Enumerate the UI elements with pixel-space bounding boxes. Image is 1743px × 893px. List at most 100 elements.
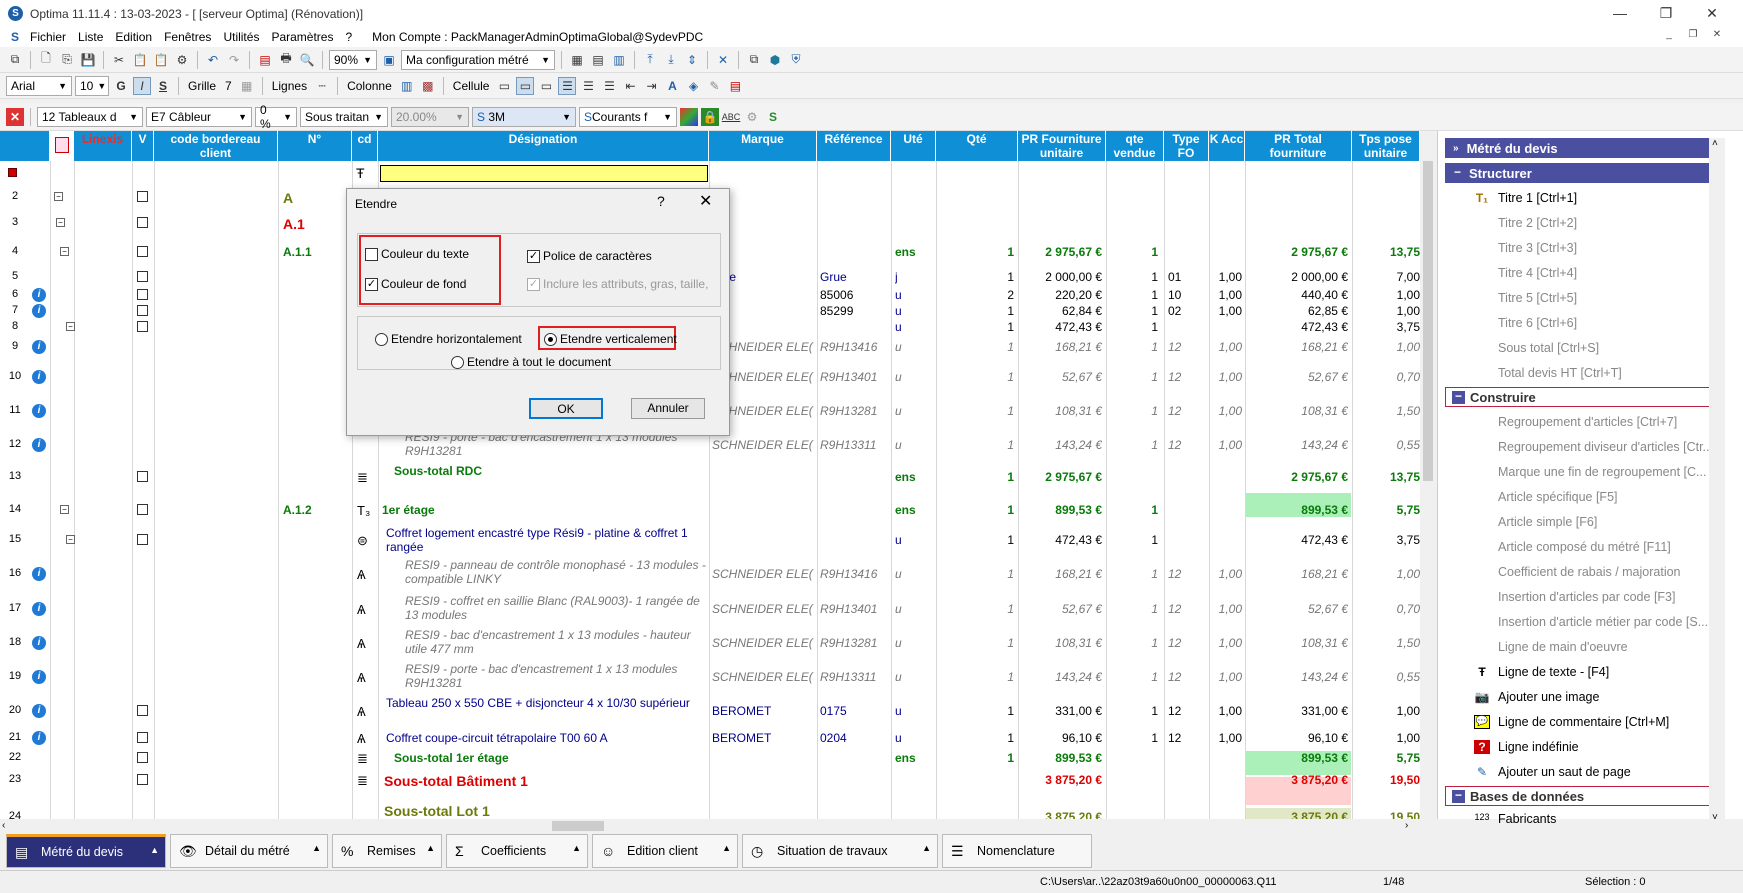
validate-checkbox[interactable] [137, 289, 148, 300]
header-tps-pose[interactable]: Tps pose unitaire [1352, 131, 1420, 161]
designation-cell[interactable]: RESI9 - bac d'encastrement 1 x 13 module… [405, 628, 708, 656]
validate-checkbox[interactable] [137, 705, 148, 716]
pr-fourniture-cell[interactable]: 2 975,67 € [1020, 470, 1102, 484]
pr-fourniture-cell[interactable]: 331,00 € [1020, 704, 1102, 718]
type-fo-cell[interactable]: 12 [1168, 704, 1181, 718]
tab-nomenclature[interactable]: ☰ Nomenclature [942, 834, 1092, 868]
cell-merge-icon[interactable]: ▭ [537, 77, 555, 95]
type-fo-cell[interactable]: 12 [1168, 438, 1181, 452]
header-ute[interactable]: Uté [891, 131, 936, 161]
scroll-thumb[interactable] [552, 821, 604, 831]
info-icon[interactable]: i [32, 567, 46, 581]
k-acc-cell[interactable]: 1,00 [1210, 636, 1242, 650]
type-fo-cell[interactable]: 12 [1168, 731, 1181, 745]
qte-cell[interactable]: 1 [940, 751, 1014, 765]
marque-cell[interactable]: SCHNEIDER ELE( [712, 670, 816, 684]
qte-cell[interactable]: 1 [940, 731, 1014, 745]
header-designation[interactable]: Désignation [378, 131, 709, 161]
align-left-icon[interactable]: ☰ [558, 76, 577, 95]
validate-checkbox[interactable] [137, 217, 148, 228]
header-pr-total[interactable]: PR Total fourniture [1245, 131, 1352, 161]
designation-cell[interactable]: Sous-total Bâtiment 1 [384, 773, 708, 789]
tab-menu-icon[interactable]: ▲ [922, 843, 931, 853]
print-preview-icon[interactable]: 🔍 [298, 51, 316, 69]
pr-fourniture-cell[interactable]: 472,43 € [1020, 320, 1102, 334]
etendre-document-radio[interactable]: Etendre à tout le document [451, 355, 611, 369]
gear-icon[interactable]: ⚙ [743, 108, 761, 126]
etendre-horizontal-radio[interactable]: Etendre horizontalement [375, 332, 522, 346]
type-fo-cell[interactable]: 02 [1168, 304, 1181, 318]
scroll-right-icon[interactable]: › [1405, 820, 1408, 831]
header-linexis[interactable]: Linexis [74, 131, 132, 161]
reference-cell[interactable]: R9H13416 [820, 340, 890, 354]
pr-fourniture-cell[interactable]: 143,24 € [1020, 438, 1102, 452]
table-row[interactable]: 17 i Ѧ RESI9 - coffret en saillie Blanc (RA… [0, 592, 1420, 626]
pr-total-cell[interactable]: 52,67 € [1248, 602, 1348, 616]
pr-fourniture-cell[interactable]: 168,21 € [1020, 567, 1102, 581]
panel-total-ht[interactable]: Total devis HT [Ctrl+T] [1498, 366, 1622, 380]
move-updown-icon[interactable]: ⇕ [683, 51, 701, 69]
qte-vendue-cell[interactable]: 1 [1108, 670, 1158, 684]
tps-pose-cell[interactable]: 1,00 [1354, 288, 1420, 302]
scroll-down-icon[interactable]: ˅ [1712, 812, 1718, 823]
move-top-icon[interactable]: ⤒ [641, 51, 659, 69]
doc-icon[interactable]: ▥ [610, 51, 628, 69]
section-structurer[interactable]: − Structurer [1445, 163, 1713, 183]
panel-saut-page[interactable]: Ajouter un saut de page [1498, 765, 1631, 779]
pr-total-cell[interactable]: 899,53 € [1248, 503, 1348, 517]
tps-pose-cell[interactable]: 0,70 [1354, 602, 1420, 616]
qte-cell[interactable]: 1 [940, 404, 1014, 418]
ute-cell[interactable]: u [895, 404, 902, 418]
qte-vendue-cell[interactable]: 1 [1108, 731, 1158, 745]
type-fo-cell[interactable]: 01 [1168, 270, 1181, 284]
optima-menu-icon[interactable]: S [6, 28, 24, 46]
zoom-select[interactable]: 90% ▼ [329, 49, 377, 70]
grid-vertical-scrollbar[interactable] [1420, 131, 1436, 819]
table-row[interactable]: 13 ≣ Sous-total RDC ens 1 2 975,67 € 2 975,67 … [0, 462, 1420, 492]
pr-total-cell[interactable]: 108,31 € [1248, 636, 1348, 650]
windows-icon[interactable]: ⧉ [6, 51, 24, 69]
italic-icon[interactable]: I [133, 76, 151, 95]
qte-vendue-cell[interactable]: 1 [1108, 245, 1158, 259]
pr-fourniture-cell[interactable]: 108,31 € [1020, 404, 1102, 418]
ute-cell[interactable]: u [895, 340, 902, 354]
panel-article-simple[interactable]: Article simple [F6] [1498, 515, 1597, 529]
panel-header-metre[interactable]: » Métré du devis [1445, 138, 1713, 158]
print-icon[interactable]: 🖶 [277, 51, 295, 69]
pr-total-cell[interactable]: 899,53 € [1248, 751, 1348, 765]
cut-icon[interactable]: ✂ [110, 51, 128, 69]
qte-cell[interactable]: 1 [940, 670, 1014, 684]
qte-cell[interactable]: 1 [940, 304, 1014, 318]
panel-article-specifique[interactable]: Article spécifique [F5] [1498, 490, 1618, 504]
collapse-icon[interactable]: − [56, 218, 65, 227]
panel-sous-total[interactable]: Sous total [Ctrl+S] [1498, 341, 1599, 355]
cube-icon[interactable]: ⬢ [766, 51, 784, 69]
tps-pose-cell[interactable]: 1,50 [1354, 404, 1420, 418]
k-acc-cell[interactable]: 1,00 [1210, 704, 1242, 718]
tps-pose-cell[interactable]: 13,75 [1354, 470, 1420, 484]
tps-pose-cell[interactable]: 7,00 [1354, 270, 1420, 284]
marque-cell[interactable]: SCHNEIDER ELE( [712, 602, 816, 616]
panel-titre6[interactable]: Titre 6 [Ctrl+6] [1498, 316, 1577, 330]
type-fo-cell[interactable]: 12 [1168, 340, 1181, 354]
qte-cell[interactable]: 1 [940, 636, 1014, 650]
validate-checkbox[interactable] [137, 774, 148, 785]
panel-insertion-metier[interactable]: Insertion d'article métier par code [S..… [1498, 615, 1708, 629]
shield-icon[interactable]: ⛨ [787, 51, 805, 69]
qte-vendue-cell[interactable]: 1 [1108, 404, 1158, 418]
menu-liste[interactable]: Liste [72, 30, 109, 44]
header-reference[interactable]: Référence [817, 131, 891, 161]
table-row[interactable]: 23 ≣ Sous-total Bâtiment 1 3 875,20 € 3 875,… [0, 768, 1420, 792]
collapse-icon[interactable]: − [66, 322, 75, 331]
info-icon[interactable]: i [32, 340, 46, 354]
panel-commentaire[interactable]: Ligne de commentaire [Ctrl+M] [1498, 715, 1669, 729]
pr-fourniture-cell[interactable]: 3 875,20 € [1020, 773, 1102, 787]
rate-select[interactable]: 20.00% ▼ [391, 106, 469, 127]
move-bottom-icon[interactable]: ⤓ [662, 51, 680, 69]
reference-cell[interactable]: R9H13281 [820, 636, 890, 650]
tab-menu-icon[interactable]: ▲ [426, 843, 435, 853]
info-icon[interactable]: i [32, 288, 46, 302]
validate-checkbox[interactable] [137, 504, 148, 515]
paste-special-icon[interactable]: 📋 [152, 51, 170, 69]
designation-cell[interactable]: 1er étage [382, 503, 708, 517]
